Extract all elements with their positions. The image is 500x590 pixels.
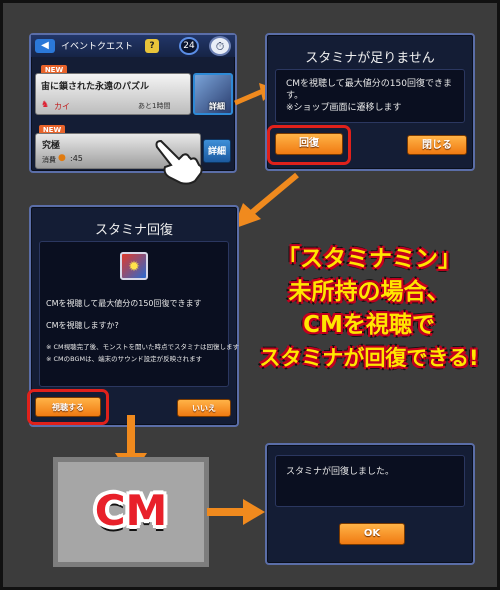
arrow-to-dialog-done: [207, 499, 265, 525]
stamina-item-icon: ✹: [120, 252, 148, 280]
quest1-thumbnail[interactable]: 詳細: [193, 73, 233, 115]
cm-screen: CM: [53, 457, 209, 567]
caption-line2: 未所持の場合、: [288, 279, 450, 305]
ok-button[interactable]: OK: [339, 523, 405, 545]
back-button[interactable]: ◀: [35, 39, 55, 53]
dialog-recover-note2: ※ CMのBGMは、端末のサウンド設定が反映されます: [46, 355, 203, 363]
quest1-name: 宙に鎖された永遠のパズル: [41, 82, 150, 92]
dialog-stamina-short: スタミナが足りません CMを視聴して最大値分の150回復できます。 ※ショップ画…: [265, 33, 475, 171]
back-arrow-icon: ◀: [41, 40, 49, 51]
stamina-timer-icon: ⏱: [209, 36, 231, 56]
quest1-row[interactable]: 宙に鎖された永遠のパズル ♞ カイ あと1時間: [35, 73, 191, 115]
close-button[interactable]: 閉じる: [407, 135, 467, 155]
boss-icon: ♞: [41, 100, 50, 110]
quest2-detail-button[interactable]: 詳細: [203, 139, 231, 163]
dialog-recover: スタミナ回復 ✹ CMを視聴して最大値分の150回復できます CMを視聴しますか…: [27, 205, 239, 427]
tutorial-frame: ◀ イベントクエスト ? 24 ⏱ NEW 宙に鎖された永遠のパズル ♞ カイ …: [0, 0, 500, 590]
dialog-recover-line2: CMを視聴しますか?: [46, 321, 119, 330]
caption-line1: 「スタミナミン」: [277, 246, 461, 272]
quest1-detail-button[interactable]: 詳細: [209, 101, 225, 112]
quest1-boss: カイ: [54, 102, 70, 111]
quest2-stamina-label: 消費: [42, 156, 56, 164]
quest2-detail-label: 詳細: [207, 147, 226, 157]
dialog-done: スタミナが回復しました。 OK: [265, 443, 475, 565]
dialog-done-message: スタミナが回復しました。: [286, 467, 395, 477]
caption-line4: スタミナが回復できる!: [259, 346, 479, 370]
dialog-recover-line1: CMを視聴して最大値分の150回復できます: [46, 299, 202, 308]
header-title: イベントクエスト: [61, 42, 134, 52]
stamina-icon: ●: [58, 153, 66, 163]
level-badge: 24: [179, 37, 199, 55]
recover-button[interactable]: 回復: [275, 133, 343, 155]
caption-line3: CMを視聴で: [303, 312, 435, 338]
dialog-stamina-short-body: CMを視聴して最大値分の150回復できます。 ※ショップ画面に遷移します: [275, 69, 465, 123]
quest-header: ◀ イベントクエスト ? 24 ⏱: [31, 35, 235, 57]
caption: 「スタミナミン」 未所持の場合、 CMを視聴で スタミナが回復できる!: [249, 243, 489, 375]
no-button[interactable]: いいえ: [177, 399, 231, 417]
dialog-recover-title: スタミナ回復: [94, 223, 173, 238]
dialog-stamina-short-note: ※ショップ画面に遷移します: [286, 103, 402, 113]
quest2-name: 究極: [42, 141, 61, 151]
dialog-recover-body: ✹ CMを視聴して最大値分の150回復できます CMを視聴しますか? ※ CM視…: [39, 241, 239, 387]
quest1-time: あと1時間: [138, 102, 171, 110]
help-icon[interactable]: ?: [145, 39, 159, 53]
watch-button[interactable]: 視聴する: [35, 397, 101, 417]
tap-hand-icon: [155, 139, 203, 185]
quest-list-panel: ◀ イベントクエスト ? 24 ⏱ NEW 宙に鎖された永遠のパズル ♞ カイ …: [29, 33, 237, 185]
dialog-done-body: スタミナが回復しました。: [275, 455, 465, 507]
quest2-stamina-value: :45: [70, 154, 83, 163]
dialog-stamina-short-text: CMを視聴して最大値分の150回復できます。: [286, 79, 452, 101]
dialog-stamina-short-title: スタミナが足りません: [305, 51, 435, 66]
cm-label: CM: [94, 486, 168, 535]
dialog-recover-note1: ※ CM視聴完了後、モンストを開いた時点でスタミナは回復します: [46, 343, 240, 351]
